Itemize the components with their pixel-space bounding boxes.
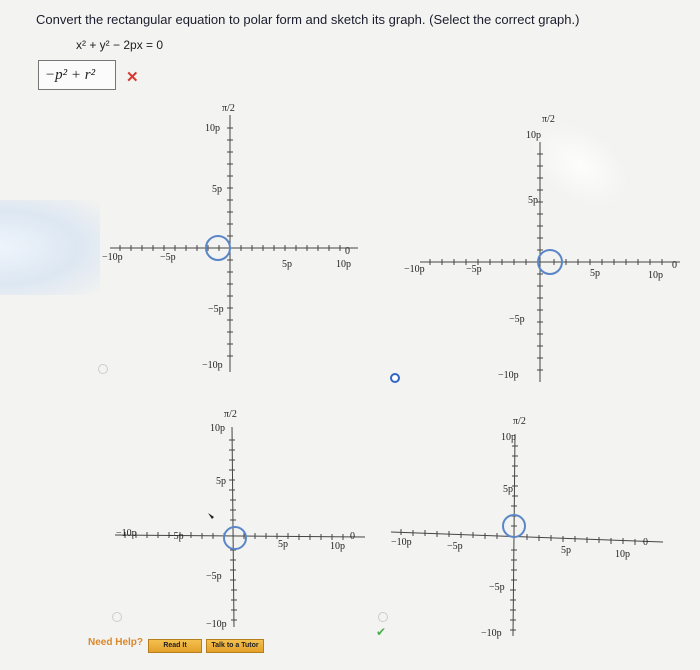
tick-label-5p: 5p xyxy=(503,484,513,495)
tick-label-5p: 5p xyxy=(590,268,600,279)
tick-label-5p: 5p xyxy=(216,476,226,487)
tick-label-5p: 5p xyxy=(278,539,288,550)
tick-label-neg-5p: −5p xyxy=(489,582,505,593)
tick-label-neg-10p: −10p xyxy=(116,528,137,539)
tick-label-10p: 10p xyxy=(336,259,351,270)
screen-glare xyxy=(0,200,100,295)
theta-label-right: 0 xyxy=(345,246,350,257)
theta-label-right: 0 xyxy=(643,537,648,548)
tick-label-neg-10p: −10p xyxy=(481,628,502,639)
polar-axis xyxy=(114,534,366,538)
question-text: Convert the rectangular equation to pola… xyxy=(36,12,580,27)
red-x-icon: ✕ xyxy=(126,69,139,86)
tick-label-neg-10p: −10p xyxy=(404,264,425,275)
radio-bottom-right[interactable] xyxy=(378,612,388,622)
theta-label-top: π/2 xyxy=(513,416,526,427)
tick-label-5p: 5p xyxy=(528,195,538,206)
tick-label-10p: 10p xyxy=(648,270,663,281)
tick-label-10p: 10p xyxy=(205,123,220,134)
vertical-axis xyxy=(512,433,516,637)
question-page: Convert the rectangular equation to pola… xyxy=(0,0,700,670)
tick-label-neg-10p: −10p xyxy=(498,370,519,381)
answer-input[interactable]: −p² + r² xyxy=(38,60,116,90)
tick-label-neg-5p: −5p xyxy=(509,314,525,325)
tick-label-neg-5p: −5p xyxy=(466,264,482,275)
tick-label-neg-5p: −5p xyxy=(208,304,224,315)
theta-label-top: π/2 xyxy=(224,409,237,420)
tick-label-neg-10p: −10p xyxy=(391,537,412,548)
radio-bottom-left[interactable] xyxy=(112,612,122,622)
theta-label-right: 0 xyxy=(350,531,355,542)
theta-label-top: π/2 xyxy=(542,114,555,125)
tick-label-10p: 10p xyxy=(526,130,541,141)
tick-label-5p: 5p xyxy=(561,545,571,556)
mouse-cursor-icon xyxy=(208,513,214,519)
theta-label-top: π/2 xyxy=(222,103,235,114)
tick-marks xyxy=(400,445,636,631)
tick-label-neg-5p: −5p xyxy=(206,571,222,582)
tick-label-neg-10p: −10p xyxy=(102,252,123,263)
need-help-label: Need Help? xyxy=(88,637,144,648)
tick-label-10p: 10p xyxy=(330,541,345,552)
tick-label-neg-10p: −10p xyxy=(202,360,223,371)
tick-label-10p: 10p xyxy=(210,423,225,434)
graph-option-top-left[interactable]: π/2 10p 5p −5p −10p −10p −5p 5p 10p 0 xyxy=(90,100,370,380)
tick-label-10p: 10p xyxy=(501,432,516,443)
rectangular-equation: x² + y² − 2px = 0 xyxy=(76,38,164,52)
talk-to-tutor-button[interactable]: Talk to a Tutor xyxy=(206,639,264,653)
tick-label-neg-5p: −5p xyxy=(168,531,184,542)
tick-label-neg-10p: −10p xyxy=(206,619,227,630)
check-icon: ✔ xyxy=(376,625,387,639)
read-it-button[interactable]: Read It xyxy=(148,639,202,653)
polar-circle-curve xyxy=(223,526,247,550)
theta-label-right: 0 xyxy=(672,260,677,271)
tick-label-5p: 5p xyxy=(282,259,292,270)
graph-option-top-right[interactable]: π/2 10p 5p −5p −10p −10p −5p 5p 10p 0 xyxy=(400,110,685,390)
radio-top-left[interactable] xyxy=(98,364,108,374)
graph-option-bottom-left[interactable]: π/2 10p 5p −5p −10p −10p −5p 5p 10p 0 xyxy=(110,405,370,635)
tick-label-neg-5p: −5p xyxy=(160,252,176,263)
radio-top-right[interactable] xyxy=(390,373,400,383)
tick-label-neg-5p: −5p xyxy=(447,541,463,552)
tick-label-5p: 5p xyxy=(212,184,222,195)
tick-label-10p: 10p xyxy=(615,549,630,560)
answer-value: −p² + r² xyxy=(45,66,96,83)
graph-option-bottom-right[interactable]: π/2 10p 5p −5p −10p −10p −5p 5p 10p 0 xyxy=(385,410,675,640)
